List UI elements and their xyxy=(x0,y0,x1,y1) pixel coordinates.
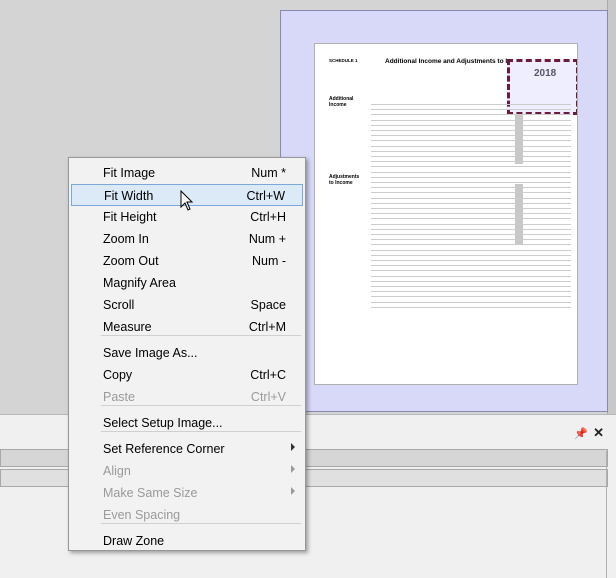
menu-item-label: Zoom Out xyxy=(103,254,159,268)
doc-form-line xyxy=(371,135,571,137)
doc-form-line xyxy=(371,265,571,267)
doc-form-line xyxy=(371,171,571,173)
menu-item-label: Fit Width xyxy=(104,189,154,203)
doc-form-line xyxy=(371,156,571,157)
menu-item-shortcut: Ctrl+M xyxy=(248,320,286,334)
doc-form-line xyxy=(371,244,571,246)
submenu-arrow-icon xyxy=(291,443,295,451)
doc-form-line xyxy=(371,291,571,293)
doc-form-line xyxy=(371,192,571,194)
menu-item-shortcut: Ctrl+W xyxy=(246,189,285,203)
doc-form-line xyxy=(371,275,571,277)
doc-form-line xyxy=(371,301,571,303)
menu-item-label: Set Reference Corner xyxy=(103,442,225,456)
menu-item-set-reference-corner[interactable]: Set Reference Corner xyxy=(71,438,303,460)
doc-form-line xyxy=(371,109,571,111)
menu-item-label: Select Setup Image... xyxy=(103,416,223,430)
doc-form-line xyxy=(371,218,571,220)
doc-form-line xyxy=(371,176,571,178)
doc-form-line xyxy=(371,254,571,256)
panel-divider xyxy=(606,451,607,578)
doc-form-line xyxy=(371,228,571,230)
menu-item-fit-image[interactable]: Fit Image Num * xyxy=(71,162,303,184)
mouse-cursor-icon xyxy=(180,190,194,211)
menu-item-copy[interactable]: Copy Ctrl+C xyxy=(71,364,303,386)
submenu-arrow-icon xyxy=(291,465,295,473)
menu-item-even-spacing: Even Spacing xyxy=(71,504,303,526)
menu-item-label: Magnify Area xyxy=(103,276,176,290)
doc-form-line xyxy=(371,166,571,168)
doc-form-line xyxy=(371,234,571,235)
doc-form-line xyxy=(371,306,571,308)
doc-form-line xyxy=(371,140,571,142)
menu-item-label: Scroll xyxy=(103,298,135,312)
menu-item-scroll[interactable]: Scroll Space xyxy=(71,294,303,316)
menu-item-shortcut: Num - xyxy=(251,254,286,268)
menu-item-save-image-as[interactable]: Save Image As... xyxy=(71,342,303,364)
menu-item-select-setup-image[interactable]: Select Setup Image... xyxy=(71,412,303,434)
doc-form-line xyxy=(371,208,571,209)
menu-item-label: Save Image As... xyxy=(103,346,198,360)
doc-form-line xyxy=(371,296,571,298)
menu-item-make-same-size: Make Same Size xyxy=(71,482,303,504)
pin-icon[interactable]: 📌 xyxy=(574,427,588,440)
menu-item-label: Even Spacing xyxy=(103,508,181,522)
doc-form-line xyxy=(371,187,571,189)
doc-form-line xyxy=(371,249,571,251)
menu-item-label: Draw Zone xyxy=(103,534,165,548)
doc-form-line xyxy=(371,239,571,241)
doc-form-line xyxy=(371,182,571,183)
submenu-arrow-icon xyxy=(291,487,295,495)
vertical-scrollbar[interactable] xyxy=(607,0,616,414)
close-icon[interactable]: ✕ xyxy=(593,425,604,441)
menu-item-draw-zone[interactable]: Draw Zone xyxy=(71,530,303,552)
menu-item-label: Fit Image xyxy=(103,166,156,180)
menu-item-shortcut: Num + xyxy=(248,232,286,246)
menu-item-label: Zoom In xyxy=(103,232,149,246)
doc-form-line xyxy=(371,286,571,287)
image-preview-frame[interactable]: SCHEDULE 1 Additional Income and Adjustm… xyxy=(280,10,608,412)
menu-item-shortcut: Ctrl+V xyxy=(250,390,286,404)
menu-item-shortcut: Space xyxy=(250,298,286,312)
doc-form-line xyxy=(371,202,571,204)
doc-form-line xyxy=(371,124,571,126)
menu-item-shortcut: Ctrl+H xyxy=(250,210,286,224)
doc-form-line xyxy=(371,260,571,261)
menu-item-paste: Paste Ctrl+V xyxy=(71,386,303,408)
menu-item-shortcut: Num * xyxy=(251,166,286,180)
menu-item-label: Make Same Size xyxy=(103,486,198,500)
doc-section-adjustments: Adjustments to Income xyxy=(329,174,360,186)
menu-item-label: Copy xyxy=(103,368,133,382)
doc-form-line xyxy=(371,280,571,282)
context-menu: Fit Image Num * Fit Width Ctrl+W Fit Height C… xyxy=(68,157,306,551)
menu-item-label: Measure xyxy=(103,320,152,334)
doc-form-line xyxy=(371,213,571,215)
doc-form-line xyxy=(371,104,571,105)
doc-section-additional-income: Additional Income xyxy=(329,96,354,108)
menu-item-align: Align xyxy=(71,460,303,482)
menu-item-label: Align xyxy=(103,464,131,478)
doc-year: 2018 xyxy=(534,68,557,79)
doc-form-line xyxy=(371,145,571,147)
doc-form-line xyxy=(371,114,571,116)
menu-item-shortcut: Ctrl+C xyxy=(250,368,286,382)
doc-form-line xyxy=(371,197,571,199)
doc-schedule-label: SCHEDULE 1 xyxy=(329,58,358,63)
doc-year-zone[interactable]: 2018 xyxy=(507,59,577,115)
doc-form-line xyxy=(371,223,571,225)
document-image: SCHEDULE 1 Additional Income and Adjustm… xyxy=(315,44,577,384)
menu-item-label: Paste xyxy=(103,390,135,404)
doc-form-line xyxy=(371,161,571,163)
menu-item-magnify-area[interactable]: Magnify Area xyxy=(71,272,303,294)
doc-form-line xyxy=(371,130,571,131)
menu-item-zoom-in[interactable]: Zoom In Num + xyxy=(71,228,303,250)
doc-form-line xyxy=(371,119,571,121)
menu-item-label: Fit Height xyxy=(103,210,157,224)
menu-item-zoom-out[interactable]: Zoom Out Num - xyxy=(71,250,303,272)
menu-item-measure[interactable]: Measure Ctrl+M xyxy=(71,316,303,338)
doc-form-line xyxy=(371,270,571,272)
doc-form-line xyxy=(371,150,571,152)
